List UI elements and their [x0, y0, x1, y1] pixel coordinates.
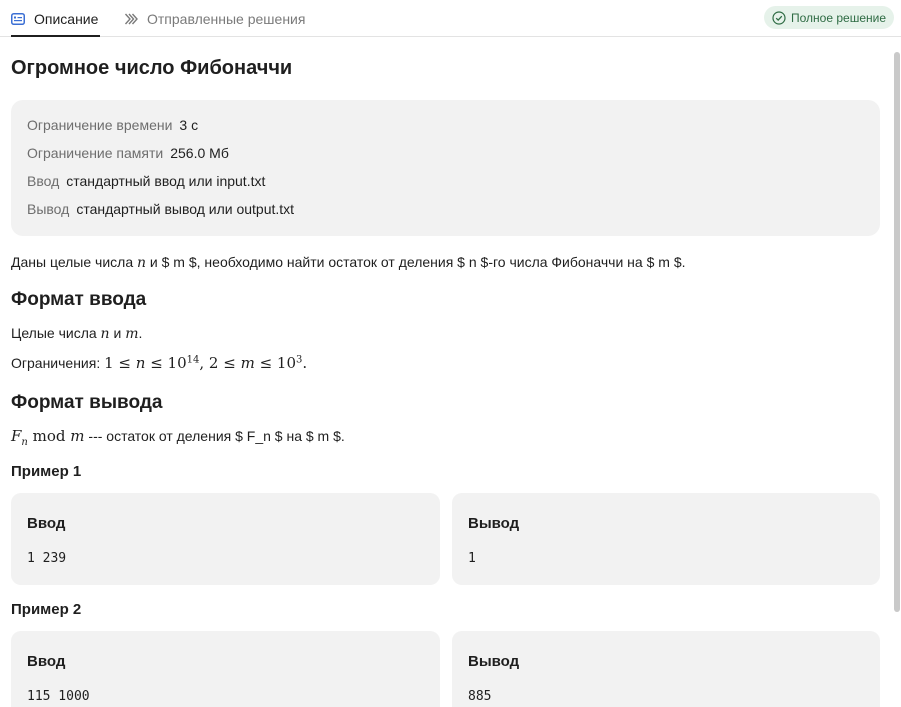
example-2-output-value[interactable]: 885: [468, 689, 491, 704]
example-2-output-box: Вывод 885: [452, 631, 880, 707]
tab-bar: Описание Отправленные решения Полное реш…: [0, 0, 901, 37]
double-chevron-icon: [124, 12, 138, 26]
constraints-math-c: , 2 ≤: [199, 354, 241, 372]
output-format-f: F: [11, 427, 22, 445]
scrollbar-thumb[interactable]: [894, 52, 900, 612]
limit-input-value: стандартный ввод или input.txt: [66, 173, 266, 189]
limit-output-value: стандартный вывод или output.txt: [76, 201, 295, 217]
limit-memory-label: Ограничение памяти: [27, 145, 164, 161]
limit-time-label: Ограничение времени: [27, 117, 173, 133]
constraints-math-a: 1 ≤: [104, 354, 136, 372]
constraints-math-d: ≤ 10: [254, 354, 297, 372]
problem-title: Огромное число Фибоначчи: [11, 57, 293, 79]
status-badge-label: Полное решение: [791, 10, 886, 25]
example-2-input-label: Ввод: [27, 653, 66, 670]
constraints-end: .: [302, 354, 308, 372]
constraints-m: m: [240, 354, 255, 372]
example-1-output-label: Вывод: [468, 515, 520, 532]
constraints-label: Ограничения:: [11, 355, 105, 371]
problem-statement: Даны целые числа n и $ m $, необходимо н…: [11, 254, 686, 271]
limit-output-label: Вывод: [27, 201, 70, 217]
check-circle-icon: [772, 10, 786, 25]
limit-time: Ограничение времени 3 с: [27, 117, 198, 133]
limit-input-label: Ввод: [27, 173, 60, 189]
statement-math-n: n: [137, 255, 147, 271]
example-1-input-label: Ввод: [27, 515, 66, 532]
active-tab-indicator: [11, 35, 100, 37]
tab-description[interactable]: Описание: [11, 0, 98, 37]
output-format-heading: Формат вывода: [11, 392, 163, 413]
tab-submissions[interactable]: Отправленные решения: [124, 0, 305, 37]
output-format-line: Fn mod m --- остаток от деления $ F_n $ …: [11, 427, 345, 448]
example-1-input-box: Ввод 1 239: [11, 493, 440, 585]
tab-description-label: Описание: [34, 10, 99, 27]
output-format-mod: mod: [27, 427, 71, 445]
input-format-and: и: [109, 325, 126, 341]
input-format-m: m: [125, 326, 139, 342]
constraints-math-b: ≤ 10: [145, 354, 187, 372]
statement-text-2: и $ m $, необходимо найти остаток от дел…: [146, 254, 686, 270]
limit-memory: Ограничение памяти 256.0 Мб: [27, 145, 229, 161]
example-2-input-value[interactable]: 115 1000: [27, 689, 90, 704]
example-1-output-value[interactable]: 1: [468, 551, 476, 566]
example-2-input-box: Ввод 115 1000: [11, 631, 440, 707]
problem-page: Описание Отправленные решения Полное реш…: [0, 0, 901, 707]
input-format-n: n: [100, 326, 110, 342]
limits-panel: Ограничение времени 3 с Ограничение памят…: [11, 100, 880, 236]
example-2-title: Пример 2: [11, 601, 82, 618]
statement-text-1: Даны целые числа: [11, 254, 137, 270]
tab-submissions-label: Отправленные решения: [147, 10, 306, 27]
input-constraints: Ограничения: 1 ≤ n ≤ 1014, 2 ≤ m ≤ 103.: [11, 354, 307, 372]
input-format-line-1: Целые числа n и m.: [11, 325, 142, 342]
example-1-title: Пример 1: [11, 463, 82, 480]
constraints-n: n: [135, 354, 146, 372]
limit-time-value: 3 с: [179, 117, 199, 133]
limit-input: Ввод стандартный ввод или input.txt: [27, 173, 265, 189]
input-format-heading: Формат ввода: [11, 289, 147, 310]
input-format-end: .: [138, 325, 143, 341]
limit-memory-value: 256.0 Мб: [170, 145, 229, 161]
constraints-exp-1: 14: [186, 354, 200, 366]
example-1-output-box: Вывод 1: [452, 493, 880, 585]
list-card-icon: [11, 12, 25, 26]
example-2-output-label: Вывод: [468, 653, 520, 670]
output-format-m: m: [70, 427, 85, 445]
example-1-input-value[interactable]: 1 239: [27, 551, 66, 566]
output-format-rest: --- остаток от деления $ F_n $ на $ m $.: [84, 428, 345, 444]
input-format-text: Целые числа: [11, 325, 101, 341]
limit-output: Вывод стандартный вывод или output.txt: [27, 201, 294, 217]
status-badge: Полное решение: [764, 6, 894, 29]
